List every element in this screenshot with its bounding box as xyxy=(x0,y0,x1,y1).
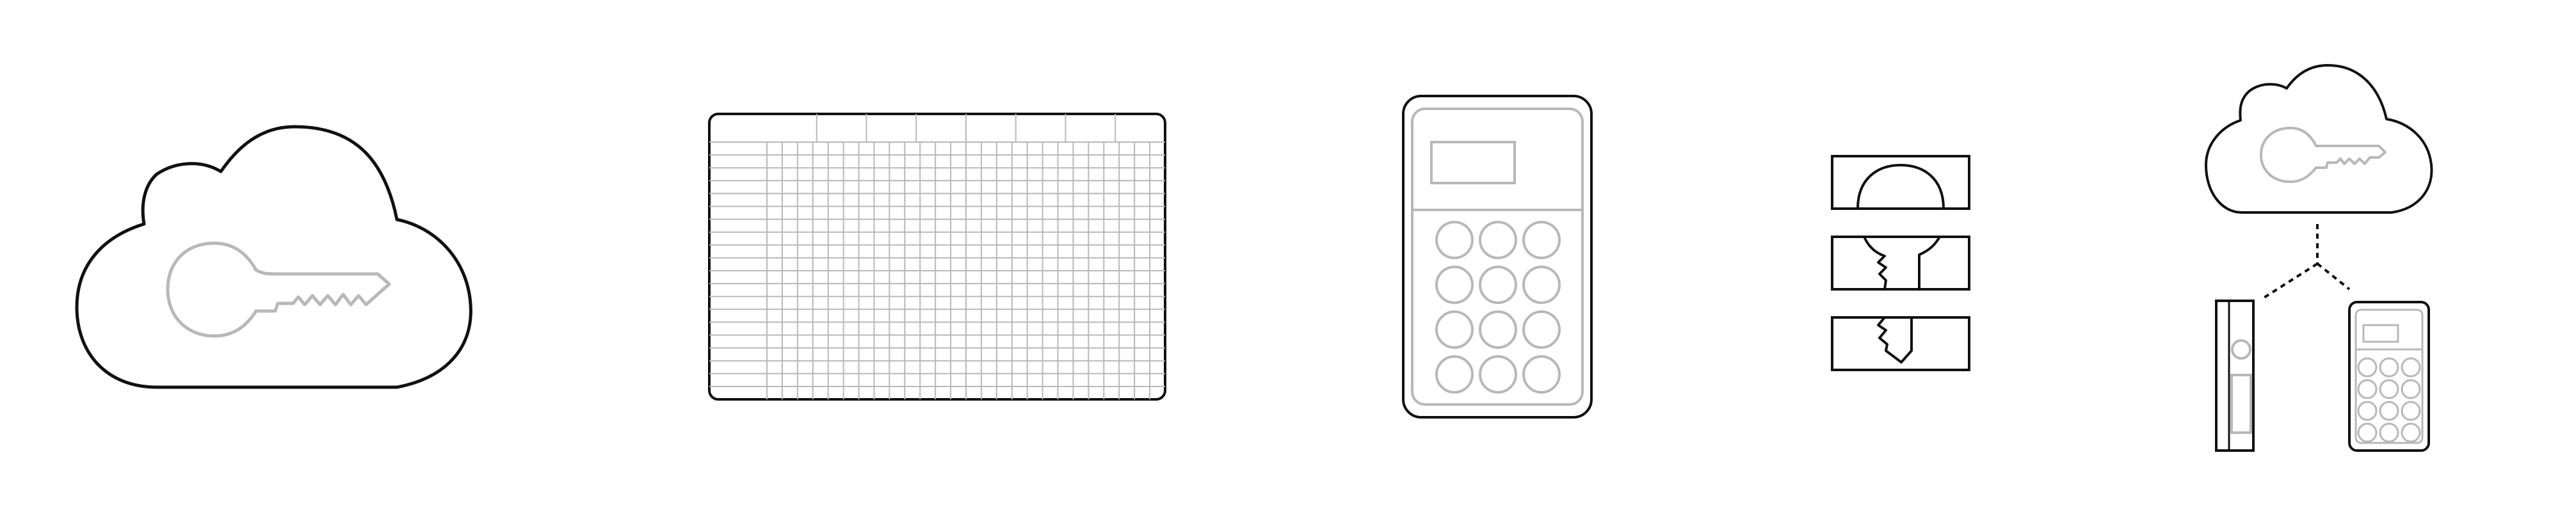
small-keypad-button-circle xyxy=(2401,401,2421,421)
small-keypad-button-circle xyxy=(2401,422,2421,443)
small-keypad-button-circle xyxy=(2401,379,2421,399)
keypad-button-circle xyxy=(1479,266,1517,304)
hardware-keypad-device-icon xyxy=(1402,95,1593,419)
small-keypad-button-circle xyxy=(2357,379,2378,399)
small-keypad-button-circle xyxy=(2379,357,2399,378)
cloud-to-devices-backup-icon xyxy=(2205,64,2433,452)
small-keypad-button-circle xyxy=(2379,401,2399,421)
cloud-key-icon xyxy=(75,125,472,389)
keypad-button-circle xyxy=(1479,310,1517,349)
share-3-key-segment xyxy=(1877,316,1913,364)
keypad-button-circle xyxy=(1522,355,1561,394)
keypad-button-circle xyxy=(1479,221,1517,259)
small-keypad-button-circle xyxy=(2357,357,2378,378)
cloud-outline xyxy=(75,125,472,389)
share-2-frame xyxy=(1831,236,1970,291)
small-keypad-button-circle xyxy=(2379,379,2399,399)
small-keypad-device-icon xyxy=(2348,301,2430,452)
keypad-button-circle xyxy=(1522,310,1561,349)
illustration-canvas xyxy=(75,64,2433,452)
small-keypad-button-circle xyxy=(2357,422,2378,443)
card-outline xyxy=(708,113,1166,401)
illustration-strip xyxy=(0,0,2576,512)
keypad-button-circle xyxy=(1435,355,1474,394)
keypad-button-circle xyxy=(1479,355,1517,394)
keypad-button-circle xyxy=(1522,266,1561,304)
share-1-key-bow xyxy=(1856,163,1945,209)
small-keypad-button-circle xyxy=(2401,357,2421,378)
keypad-button-circle xyxy=(1435,310,1474,349)
split-key-shares-icon xyxy=(1831,155,1970,371)
small-key-icon xyxy=(2260,127,2387,183)
share-2-key-segment xyxy=(1863,236,1941,290)
key-icon xyxy=(166,241,391,338)
device-display xyxy=(1430,141,1516,184)
grid-card-icon xyxy=(708,113,1166,401)
keypad-button-circle xyxy=(1522,221,1561,259)
small-keypad-button-circle xyxy=(2357,401,2378,421)
device-keypad xyxy=(1435,221,1561,394)
backup-connector-dashed xyxy=(2260,224,2351,301)
small-keypad-button-circle xyxy=(2379,422,2399,443)
keypad-button-circle xyxy=(1435,221,1474,259)
keypad-button-circle xyxy=(1435,266,1474,304)
small-cloud-outline xyxy=(2205,64,2433,214)
usb-hardware-wallet-icon xyxy=(2215,300,2255,452)
card-grid xyxy=(709,114,1165,399)
